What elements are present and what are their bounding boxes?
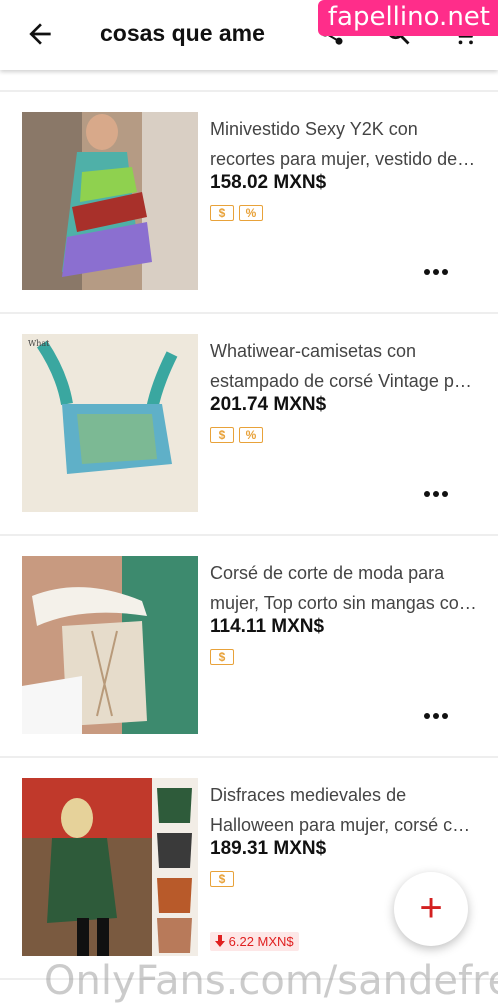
- price-drop-tag: 6.22 MXN$: [210, 932, 299, 951]
- list-item[interactable]: Minivestido Sexy Y2K con recortes para m…: [0, 112, 498, 312]
- product-price: 114.11 MXN$: [210, 616, 325, 637]
- dollar-badge: $: [210, 649, 234, 665]
- divider: [0, 534, 498, 536]
- more-dots-icon[interactable]: [424, 262, 452, 275]
- product-price: 201.74 MXN$: [210, 394, 327, 415]
- badge-group: $: [210, 648, 239, 666]
- product-image[interactable]: [22, 556, 198, 734]
- plus-icon: +: [419, 886, 443, 930]
- list-item[interactable]: What Whatiwear-camisetas con estampado d…: [0, 334, 498, 534]
- percent-badge: %: [239, 427, 263, 443]
- product-name[interactable]: Corsé de corte de moda para mujer, Top c…: [210, 558, 480, 618]
- badge-group: $: [210, 870, 239, 888]
- list-item[interactable]: Corsé de corte de moda para mujer, Top c…: [0, 556, 498, 756]
- more-dots-icon[interactable]: [424, 484, 452, 497]
- product-price: 158.02 MXN$: [210, 172, 327, 193]
- dollar-badge: $: [210, 427, 234, 443]
- product-price: 189.31 MXN$: [210, 838, 327, 859]
- back-arrow-icon[interactable]: [24, 18, 56, 50]
- price-drop-value: 6.22 MXN$: [228, 934, 294, 949]
- arrow-down-icon: [215, 935, 225, 947]
- product-name[interactable]: Whatiwear-camisetas con estampado de cor…: [210, 336, 480, 396]
- badge-group: $%: [210, 204, 268, 222]
- product-name[interactable]: Minivestido Sexy Y2K con recortes para m…: [210, 114, 480, 174]
- page-title: cosas que ame: [100, 20, 265, 46]
- divider: [0, 90, 498, 92]
- svg-text:What: What: [28, 339, 50, 348]
- dollar-badge: $: [210, 871, 234, 887]
- watermark-top: fapellino.net: [317, 0, 498, 36]
- product-image[interactable]: What: [22, 334, 198, 512]
- badge-group: $%: [210, 426, 268, 444]
- dollar-badge: $: [210, 205, 234, 221]
- divider: [0, 756, 498, 758]
- watermark-bottom: OnlyFans.com/sandefree: [44, 958, 498, 1004]
- product-image[interactable]: [22, 112, 198, 290]
- percent-badge: %: [239, 205, 263, 221]
- product-image[interactable]: [22, 778, 198, 956]
- add-button[interactable]: +: [394, 872, 468, 946]
- more-dots-icon[interactable]: [424, 706, 452, 719]
- divider: [0, 312, 498, 314]
- product-name[interactable]: Disfraces medievales de Halloween para m…: [210, 780, 480, 840]
